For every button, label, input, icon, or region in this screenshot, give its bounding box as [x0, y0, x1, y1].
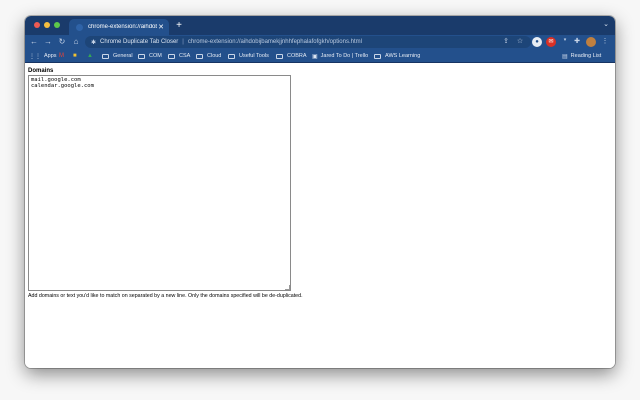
bookmark-label: COM	[149, 53, 162, 59]
tab-title: chrome-extension://aihdobiji	[88, 24, 157, 30]
tab-favicon-icon	[76, 23, 83, 31]
omnibox-separator: |	[182, 39, 184, 45]
reading-list-icon: ▤	[562, 53, 568, 60]
bookmark-label: AWS Learning	[385, 53, 421, 59]
bookmark-folder-cloud[interactable]: Cloud	[196, 51, 221, 61]
site-name: Chrome Duplicate Tab Closer	[100, 39, 179, 45]
bookmark-folder-useful-tools[interactable]: Useful Tools	[228, 51, 269, 61]
bookmarks-bar: ⋮⋮ Apps M ■ ▲ General COM CSA Cloud Usef…	[25, 49, 615, 63]
folder-icon	[196, 53, 203, 59]
tab-search-chevron-icon[interactable]: ⌄	[603, 20, 609, 28]
bookmark-icon: ■	[73, 53, 77, 59]
bookmark-trello[interactable]: ▣ Jared To Do | Trello	[312, 51, 368, 61]
bookmark-label: Useful Tools	[239, 53, 269, 59]
domains-label: Domains	[28, 68, 54, 74]
bookmark-drive[interactable]: ▲	[87, 51, 96, 61]
tab-options[interactable]: chrome-extension://aihdobiji ✕	[69, 19, 169, 35]
profile-avatar[interactable]	[586, 37, 596, 47]
home-icon[interactable]: ⌂	[70, 36, 82, 48]
bookmark-apps[interactable]: ⋮⋮ Apps	[29, 51, 57, 61]
folder-icon	[276, 53, 283, 59]
bookmark-gmail[interactable]: M	[59, 51, 67, 61]
folder-icon	[374, 53, 381, 59]
close-window-button[interactable]	[34, 22, 40, 28]
folder-icon	[228, 53, 235, 59]
reading-list-label: Reading List	[570, 53, 602, 59]
extension-dropdown-icon[interactable]: ▾	[560, 37, 570, 43]
bookmark-folder-general[interactable]: General	[102, 51, 133, 61]
options-page: Domains mail.google.com calendar.google.…	[25, 64, 615, 368]
toolbar: ← → ↻ ⌂ ✱ Chrome Duplicate Tab Closer | …	[25, 35, 615, 49]
trello-icon: ▣	[312, 53, 318, 60]
share-icon[interactable]: ⇪	[501, 37, 511, 45]
drive-icon: ▲	[87, 53, 93, 59]
apps-grid-icon: ⋮⋮	[29, 53, 41, 60]
bookmark-label: Jared To Do | Trello	[320, 53, 369, 59]
bookmark-label: CSA	[179, 53, 191, 59]
extension-circle-icon[interactable]: ●	[532, 37, 542, 47]
bookmark-label: Cloud	[207, 53, 222, 59]
forward-arrow-icon[interactable]: →	[42, 36, 54, 48]
puzzle-icon[interactable]: ✚	[572, 37, 582, 45]
help-text: Add domains or text you'd like to match …	[28, 293, 303, 299]
bookmark-star-icon[interactable]: ☆	[515, 37, 525, 45]
url-text: chrome-extension://aihdobijbamekjjnhhfep…	[187, 39, 362, 45]
tab-strip: chrome-extension://aihdobiji ✕ + ⌄	[25, 16, 615, 35]
folder-icon	[168, 53, 175, 59]
bookmark-folder-aws-learning[interactable]: AWS Learning	[374, 51, 420, 61]
minimize-window-button[interactable]	[44, 22, 50, 28]
bookmark-label: COBRA	[287, 53, 307, 59]
gmail-icon: M	[59, 53, 64, 59]
bookmark-label: Apps	[44, 53, 57, 59]
textarea-resize-handle[interactable]	[285, 285, 290, 290]
menu-icon[interactable]: ⋮	[600, 37, 610, 45]
browser-window: chrome-extension://aihdobiji ✕ + ⌄ ← → ↻…	[25, 16, 615, 368]
reload-icon[interactable]: ↻	[56, 36, 68, 48]
maximize-window-button[interactable]	[54, 22, 60, 28]
bookmark-label: General	[113, 53, 133, 59]
domains-textarea[interactable]: mail.google.com calendar.google.com	[28, 75, 291, 291]
reading-list-button[interactable]: ▤ Reading List	[562, 51, 601, 61]
address-bar[interactable]: ✱ Chrome Duplicate Tab Closer | chrome-e…	[85, 36, 531, 48]
bookmark-folder-cobra[interactable]: COBRA	[276, 51, 307, 61]
extension-badge-icon[interactable]: ✉	[546, 37, 556, 47]
bookmark-folder-com[interactable]: COM	[138, 51, 162, 61]
close-icon[interactable]: ✕	[157, 23, 165, 31]
bookmark-folder-csa[interactable]: CSA	[168, 51, 190, 61]
back-arrow-icon[interactable]: ←	[28, 36, 40, 48]
folder-icon	[102, 53, 109, 59]
new-tab-button[interactable]: +	[173, 19, 185, 33]
bookmark-unnamed[interactable]: ■	[73, 51, 80, 61]
extension-puzzle-icon: ✱	[91, 39, 97, 46]
folder-icon	[138, 53, 145, 59]
